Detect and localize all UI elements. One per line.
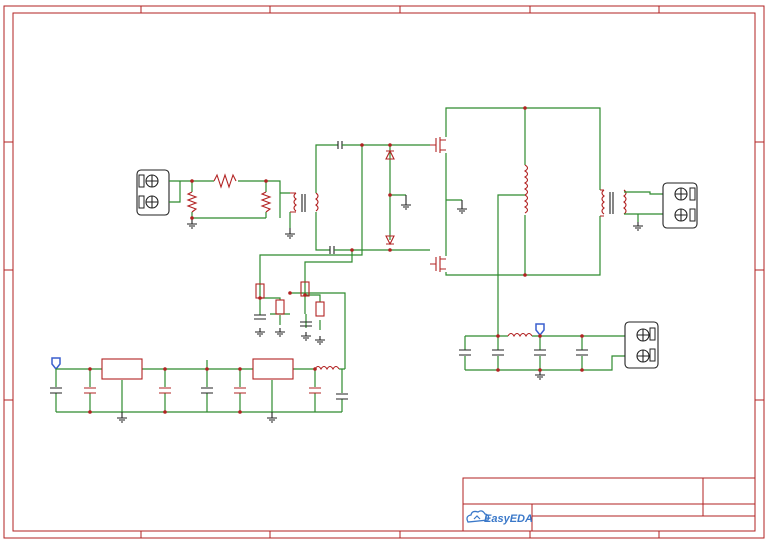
wire [259,285,346,369]
capacitor [201,387,213,394]
resistor [186,191,198,213]
capacitor [50,387,62,394]
logo-text: EasyEDA [484,513,533,525]
power-flag-icon [535,323,545,337]
inductor [314,365,340,371]
ground-icon [117,412,127,423]
capacitor [337,141,343,149]
wire [259,145,363,285]
ground-icon [401,195,411,210]
regulator-ic [101,358,143,380]
wire [624,191,663,222]
title-block: EasyEDA [462,477,756,532]
wire [334,144,430,251]
ground-icon [315,336,325,345]
wire [497,194,525,330]
transformer [600,189,627,217]
power-flag-icon [51,357,61,371]
transformer [290,144,338,251]
sheet-frame [3,5,765,539]
electrolytic-capacitor [309,387,321,394]
capacitor [459,349,471,356]
inductor [523,164,529,214]
resistor [213,173,237,189]
potentiometer [275,299,285,315]
capacitor [492,349,504,356]
capacitor [329,246,335,254]
ground-icon [301,332,311,341]
ground-icon [285,228,295,239]
electrolytic-capacitor [159,387,171,394]
schematic-canvas: EasyEDA [3,5,765,539]
ground-icon [457,200,467,214]
ground-icon [633,222,643,231]
ground-icon [255,328,265,337]
ground-icon [267,412,277,423]
electrolytic-capacitor [234,387,246,394]
capacitor [336,393,348,400]
regulator-ic [252,358,294,380]
inductor [507,332,533,338]
resistor [260,191,272,213]
potentiometer [315,301,325,317]
capacitor [576,349,588,356]
wire [55,360,345,413]
output-connector-bottom [624,321,659,369]
input-connector-left [136,169,170,216]
electrolytic-capacitor [84,387,96,394]
mosfet [430,256,446,272]
capacitor [534,349,546,356]
wire [445,107,601,276]
ground-icon [275,328,285,337]
mosfet [430,137,446,153]
output-connector-right [662,182,698,229]
capacitor [254,314,266,320]
